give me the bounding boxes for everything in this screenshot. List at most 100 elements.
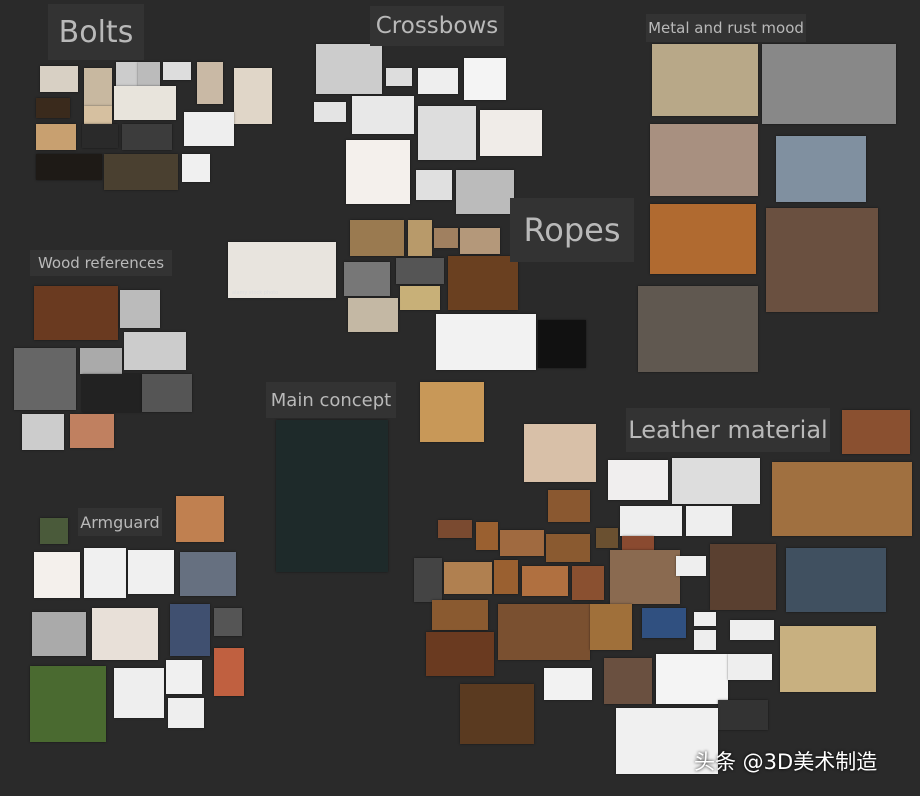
reference-image-leather-12[interactable]	[546, 534, 590, 562]
reference-image-armguard-10[interactable]	[214, 608, 242, 636]
reference-image-crossbows-1[interactable]	[316, 44, 382, 94]
reference-image-crossbows-9[interactable]	[346, 140, 410, 204]
reference-image-wood-7[interactable]	[142, 374, 192, 412]
reference-image-bolts-4[interactable]	[138, 62, 160, 86]
reference-image-concept-2[interactable]	[420, 382, 484, 442]
reference-image-crossbows-7[interactable]	[418, 106, 476, 160]
reference-image-metal-4[interactable]	[776, 136, 866, 202]
reference-image-bolts-16[interactable]	[104, 154, 178, 190]
group-label-metal[interactable]: Metal and rust mood	[646, 14, 806, 42]
reference-image-leather-7[interactable]	[620, 506, 682, 536]
reference-image-leather-21[interactable]	[572, 566, 604, 600]
reference-image-armguard-6[interactable]	[180, 552, 236, 596]
reference-image-bolts-8[interactable]	[36, 98, 70, 118]
reference-image-leather-13[interactable]	[596, 528, 618, 548]
reference-image-ropes-5[interactable]	[344, 262, 390, 296]
reference-image-leather-16[interactable]	[786, 548, 886, 612]
group-label-crossbows[interactable]: Crossbows	[370, 6, 504, 46]
reference-image-wood-8[interactable]	[22, 414, 64, 450]
reference-image-wood-9[interactable]	[70, 414, 114, 448]
group-label-leather[interactable]: Leather material	[626, 408, 830, 452]
reference-image-wood-5[interactable]	[80, 348, 122, 374]
reference-image-crossbows-3[interactable]	[418, 68, 458, 94]
reference-image-bolts-15[interactable]	[36, 154, 102, 180]
reference-image-armguard-5[interactable]	[128, 550, 174, 594]
group-label-ropes[interactable]: Ropes	[510, 198, 634, 262]
reference-image-leather-8[interactable]	[686, 506, 732, 536]
reference-image-leather-27[interactable]	[642, 608, 686, 638]
reference-image-bolts-13[interactable]	[122, 124, 172, 150]
reference-image-armguard-3[interactable]	[34, 552, 80, 598]
reference-image-wood-3[interactable]	[124, 332, 186, 370]
group-label-wood[interactable]: Wood references	[30, 250, 172, 276]
reference-image-armguard-9[interactable]	[170, 604, 210, 656]
reference-image-concept-1[interactable]	[276, 420, 388, 572]
reference-image-leather-33[interactable]	[460, 684, 534, 744]
reference-image-armguard-7[interactable]	[32, 612, 86, 656]
group-label-armguard[interactable]: Armguard	[78, 508, 162, 536]
reference-image-leather-37[interactable]	[728, 654, 772, 680]
reference-image-leather-4[interactable]	[772, 462, 912, 536]
reference-image-bolts-7[interactable]	[234, 68, 272, 124]
reference-image-leather-10[interactable]	[476, 522, 498, 550]
reference-image-leather-22[interactable]	[610, 550, 680, 604]
reference-image-bolts-1[interactable]	[40, 66, 78, 92]
reference-image-crossbows-10[interactable]	[416, 170, 452, 200]
group-label-main-concept[interactable]: Main concept	[266, 382, 396, 418]
reference-image-armguard-14[interactable]	[168, 698, 204, 728]
reference-image-leather-15[interactable]	[710, 544, 776, 610]
reference-image-leather-19[interactable]	[494, 560, 518, 594]
reference-image-leather-5[interactable]	[842, 410, 910, 454]
reference-image-armguard-1[interactable]	[40, 518, 68, 544]
reference-image-armguard-2[interactable]	[176, 496, 224, 542]
reference-image-leather-9[interactable]	[438, 520, 472, 538]
reference-image-metal-1[interactable]	[652, 44, 758, 116]
reference-image-bolts-2[interactable]	[84, 68, 112, 106]
reference-image-wood-6[interactable]	[82, 374, 142, 412]
reference-image-ropes-11[interactable]	[538, 320, 586, 368]
reference-image-armguard-13[interactable]	[166, 660, 202, 694]
reference-image-ropes-7[interactable]	[400, 286, 440, 310]
reference-image-ropes-3[interactable]	[434, 228, 458, 248]
reference-image-leather-26[interactable]	[590, 604, 632, 650]
reference-image-leather-18[interactable]	[444, 562, 492, 594]
reference-image-leather-6[interactable]	[548, 490, 590, 522]
reference-image-leather-24[interactable]	[432, 600, 488, 630]
reference-image-leather-20[interactable]	[522, 566, 568, 596]
reference-image-bolts-14[interactable]	[184, 112, 234, 146]
reference-image-leather-34[interactable]	[544, 668, 592, 700]
reference-image-leather-1[interactable]	[524, 424, 596, 482]
reference-image-armguard-15[interactable]	[214, 648, 244, 696]
reference-image-bolts-5[interactable]	[163, 62, 191, 80]
reference-image-armguard-12[interactable]	[114, 668, 164, 718]
reference-image-armguard-11[interactable]	[30, 666, 106, 742]
reference-image-metal-7[interactable]	[638, 286, 758, 372]
reference-image-bolts-12[interactable]	[82, 124, 118, 148]
reference-image-leather-30[interactable]	[730, 620, 774, 640]
reference-image-leather-32[interactable]	[426, 632, 494, 676]
reference-image-leather-28[interactable]	[694, 612, 716, 626]
reference-image-leather-31[interactable]	[780, 626, 876, 692]
reference-image-metal-6[interactable]	[766, 208, 878, 312]
reference-image-ropes-8[interactable]	[448, 256, 518, 310]
reference-image-crossbows-8[interactable]	[480, 110, 542, 156]
reference-image-bolts-9[interactable]	[114, 86, 176, 120]
reference-image-bolts-11[interactable]	[36, 124, 76, 150]
reference-image-leather-38[interactable]	[718, 700, 768, 730]
reference-image-metal-3[interactable]	[650, 124, 758, 196]
reference-image-metal-5[interactable]	[650, 204, 756, 274]
reference-image-ropes-2[interactable]	[408, 220, 432, 256]
reference-image-leather-25[interactable]	[498, 604, 590, 660]
reference-image-ropes-9[interactable]	[348, 298, 398, 332]
group-label-bolts[interactable]: Bolts	[48, 4, 144, 60]
reference-image-crossbows-6[interactable]	[352, 96, 414, 134]
reference-image-bolts-3[interactable]	[116, 62, 138, 86]
reference-image-armguard-8[interactable]	[92, 608, 158, 660]
reference-image-wood-4[interactable]	[14, 348, 76, 410]
reference-image-ropes-6[interactable]	[396, 258, 444, 284]
reference-image-ropes-4[interactable]	[460, 228, 500, 254]
reference-image-wood-1[interactable]	[34, 286, 118, 340]
reference-image-leather-36[interactable]	[656, 654, 728, 704]
reference-image-armguard-4[interactable]	[84, 548, 126, 598]
reference-image-ropes-10[interactable]	[436, 314, 536, 370]
